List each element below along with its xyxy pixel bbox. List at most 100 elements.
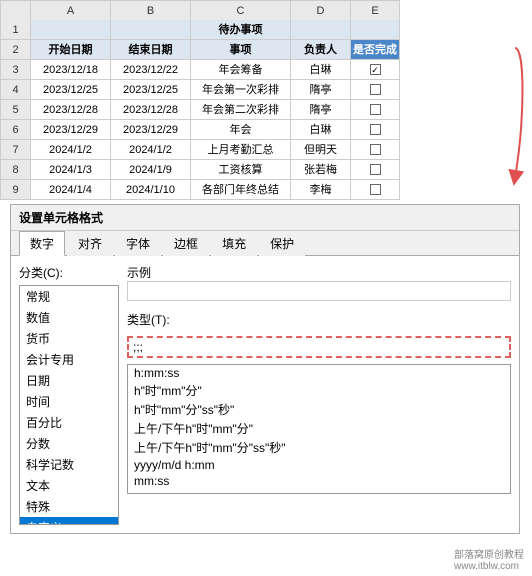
- col-headers: A B C D E: [30, 0, 532, 20]
- cell-5b: 2023/12/28: [110, 100, 190, 120]
- cat-special[interactable]: 特殊: [20, 496, 118, 517]
- cell-2d: 负责人: [290, 40, 350, 60]
- checkbox-5[interactable]: [370, 104, 381, 115]
- cell-8a: 2024/1/3: [30, 160, 110, 180]
- fmt-5[interactable]: yyyy/m/d h:mm: [128, 457, 510, 473]
- tab-align[interactable]: 对齐: [67, 231, 113, 256]
- cat-text[interactable]: 文本: [20, 475, 118, 496]
- cell-9e[interactable]: [350, 180, 400, 200]
- fmt-1[interactable]: h"时"mm"分": [128, 381, 510, 400]
- cat-normal[interactable]: 常规: [20, 286, 118, 307]
- type-input[interactable]: ;;;: [127, 336, 511, 358]
- category-label: 分类(C):: [19, 264, 119, 281]
- cell-2b: 结束日期: [110, 40, 190, 60]
- rownum-9: 9: [0, 180, 30, 200]
- cell-1e: [350, 20, 400, 40]
- cell-3d: 白琳: [290, 60, 350, 80]
- tab-font[interactable]: 字体: [115, 231, 161, 256]
- cat-custom[interactable]: 自定义: [20, 517, 118, 525]
- cat-number[interactable]: 数值: [20, 307, 118, 328]
- format-list[interactable]: h:mm:ss h"时"mm"分" h"时"mm"分"ss"秒" 上午/下午h"…: [127, 364, 511, 494]
- cell-3e[interactable]: [350, 60, 400, 80]
- row-3: 3 2023/12/18 2023/12/22 年会筹备 白琳: [0, 60, 532, 80]
- row-5: 5 2023/12/28 2023/12/28 年会第二次彩排 隋亭: [0, 100, 532, 120]
- checkbox-6[interactable]: [370, 124, 381, 135]
- cell-9b: 2024/1/10: [110, 180, 190, 200]
- category-panel: 分类(C): 常规 数值 货币 会计专用 日期 时间 百分比 分数 科学记数 文…: [19, 264, 119, 525]
- col-header-d: D: [290, 0, 350, 20]
- cat-percent[interactable]: 百分比: [20, 412, 118, 433]
- checkbox-9[interactable]: [370, 184, 381, 195]
- fmt-6[interactable]: mm:ss: [128, 473, 510, 489]
- cell-5c: 年会第二次彩排: [190, 100, 290, 120]
- fmt-3[interactable]: 上午/下午h"时"mm"分": [128, 419, 510, 438]
- cell-9c: 各部门年终总结: [190, 180, 290, 200]
- cell-8d: 张若梅: [290, 160, 350, 180]
- cell-7c: 上月考勤汇总: [190, 140, 290, 160]
- cell-3a: 2023/12/18: [30, 60, 110, 80]
- row-9: 9 2024/1/4 2024/1/10 各部门年终总结 李梅: [0, 180, 532, 200]
- watermark: 部落窝原创教程 www.itblw.com: [454, 546, 524, 572]
- cell-1c: 待办事项: [190, 20, 290, 40]
- col-header-e: E: [350, 0, 400, 20]
- rownum-1: 1: [0, 20, 30, 40]
- row-8: 8 2024/1/3 2024/1/9 工资核算 张若梅: [0, 160, 532, 180]
- cat-fraction[interactable]: 分数: [20, 433, 118, 454]
- cell-8e[interactable]: [350, 160, 400, 180]
- checkbox-7[interactable]: [370, 144, 381, 155]
- rownum-5: 5: [0, 100, 30, 120]
- checkbox-3[interactable]: [370, 64, 381, 75]
- cell-4c: 年会第一次彩排: [190, 80, 290, 100]
- col-header-row: A B C D E: [0, 0, 532, 20]
- dialog-body: 分类(C): 常规 数值 货币 会计专用 日期 时间 百分比 分数 科学记数 文…: [11, 256, 519, 533]
- cell-7b: 2024/1/2: [110, 140, 190, 160]
- cat-scientific[interactable]: 科学记数: [20, 454, 118, 475]
- cell-6e[interactable]: [350, 120, 400, 140]
- spreadsheet: A B C D E 1 待办事项 2 开始日期 结束日期 事项 负责人 是否完成…: [0, 0, 532, 200]
- cell-9a: 2024/1/4: [30, 180, 110, 200]
- right-panel: 示例 类型(T): ;;; h:mm:ss h"时"mm"分" h"时"mm"分…: [127, 264, 511, 525]
- cell-3b: 2023/12/22: [110, 60, 190, 80]
- row-6: 6 2023/12/29 2023/12/29 年会 白琳: [0, 120, 532, 140]
- col-header-b: B: [110, 0, 190, 20]
- cell-7e[interactable]: [350, 140, 400, 160]
- tab-protect[interactable]: 保护: [259, 231, 305, 256]
- fmt-2[interactable]: h"时"mm"分"ss"秒": [128, 400, 510, 419]
- cell-4a: 2023/12/25: [30, 80, 110, 100]
- cell-4d: 隋亭: [290, 80, 350, 100]
- dialog-title: 设置单元格格式: [11, 205, 519, 231]
- rownum-7: 7: [0, 140, 30, 160]
- dialog-tabs[interactable]: 数字 对齐 字体 边框 填充 保护: [11, 231, 519, 256]
- example-box: [127, 281, 511, 301]
- cell-9d: 李梅: [290, 180, 350, 200]
- fmt-4[interactable]: 上午/下午h"时"mm"分"ss"秒": [128, 438, 510, 457]
- tab-border[interactable]: 边框: [163, 231, 209, 256]
- cell-5a: 2023/12/28: [30, 100, 110, 120]
- cell-1d: [290, 20, 350, 40]
- watermark-line2: www.itblw.com: [454, 561, 524, 572]
- row-1: 1 待办事项: [0, 20, 532, 40]
- rownum-2: 2: [0, 40, 30, 60]
- tab-number[interactable]: 数字: [19, 231, 65, 256]
- rownum-4: 4: [0, 80, 30, 100]
- tab-fill[interactable]: 填充: [211, 231, 257, 256]
- cell-2a: 开始日期: [30, 40, 110, 60]
- cell-6c: 年会: [190, 120, 290, 140]
- fmt-0[interactable]: h:mm:ss: [128, 365, 510, 381]
- cell-1b: [110, 20, 190, 40]
- checkbox-8[interactable]: [370, 164, 381, 175]
- cat-time[interactable]: 时间: [20, 391, 118, 412]
- checkbox-4[interactable]: [370, 84, 381, 95]
- cat-currency[interactable]: 货币: [20, 328, 118, 349]
- cell-1a: [30, 20, 110, 40]
- cell-6b: 2023/12/29: [110, 120, 190, 140]
- cat-accounting[interactable]: 会计专用: [20, 349, 118, 370]
- cat-date[interactable]: 日期: [20, 370, 118, 391]
- cell-4e[interactable]: [350, 80, 400, 100]
- category-list[interactable]: 常规 数值 货币 会计专用 日期 时间 百分比 分数 科学记数 文本 特殊 自定…: [19, 285, 119, 525]
- cell-8b: 2024/1/9: [110, 160, 190, 180]
- watermark-line1: 部落窝原创教程: [454, 546, 524, 561]
- cell-5e[interactable]: [350, 100, 400, 120]
- cell-6a: 2023/12/29: [30, 120, 110, 140]
- cell-4b: 2023/12/25: [110, 80, 190, 100]
